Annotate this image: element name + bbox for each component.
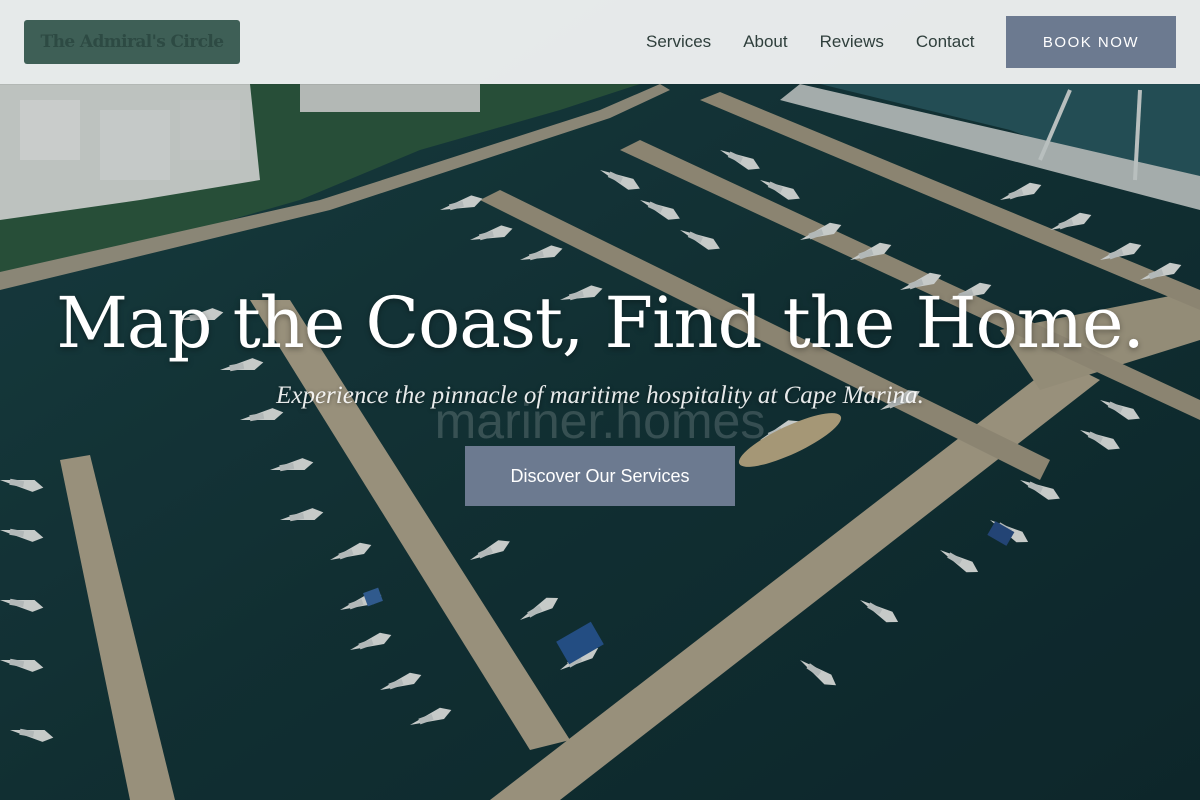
- site-header: The Admiral's Circle Services About Revi…: [0, 0, 1200, 84]
- nav-link-services[interactable]: Services: [646, 32, 711, 52]
- brand-logo-text: The Admiral's Circle: [40, 32, 225, 52]
- hero-subtitle: Experience the pinnacle of maritime hosp…: [276, 382, 924, 409]
- nav-link-contact[interactable]: Contact: [916, 32, 975, 52]
- nav-link-about[interactable]: About: [743, 32, 787, 52]
- hero-title: Map the Coast, Find the Home.: [56, 282, 1145, 364]
- brand-logo[interactable]: The Admiral's Circle: [24, 20, 240, 64]
- discover-services-button[interactable]: Discover Our Services: [465, 446, 735, 506]
- book-now-button[interactable]: BOOK NOW: [1006, 16, 1176, 68]
- main-nav: Services About Reviews Contact: [630, 0, 990, 84]
- nav-link-reviews[interactable]: Reviews: [820, 32, 884, 52]
